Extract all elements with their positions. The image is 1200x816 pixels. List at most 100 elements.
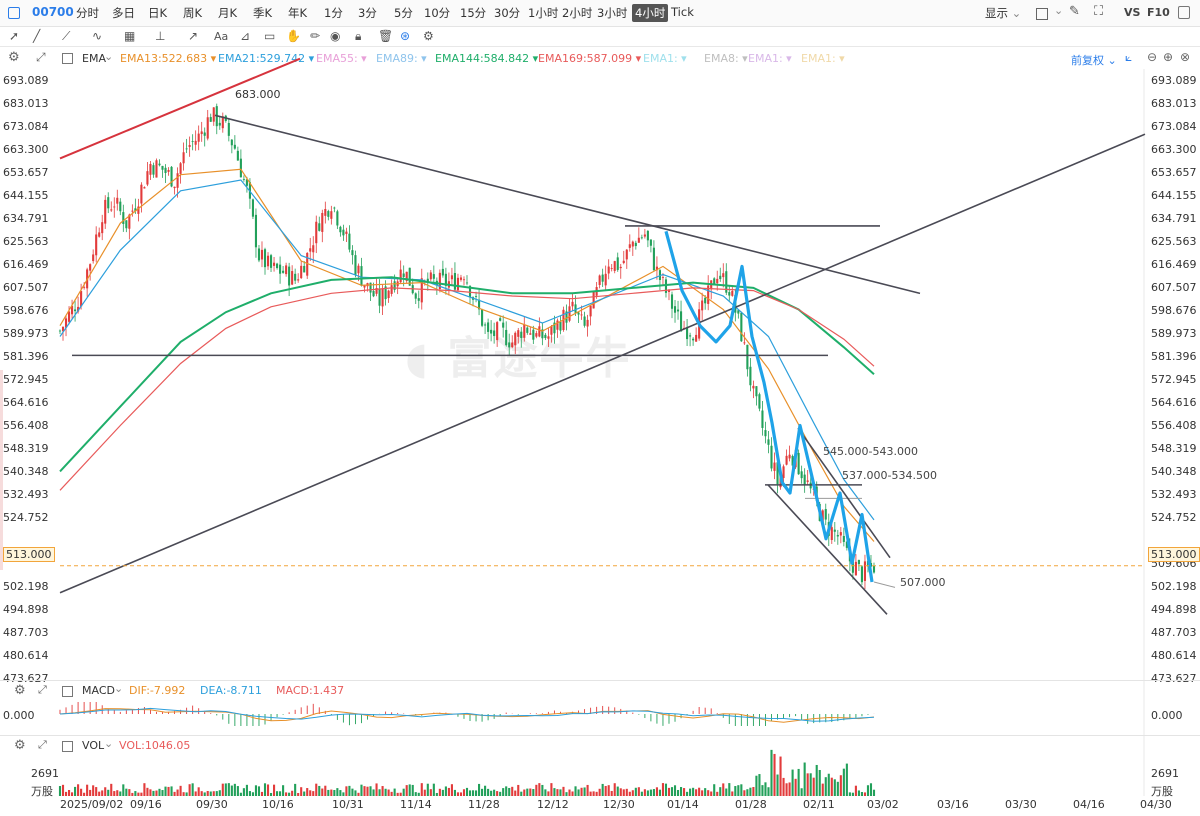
y-tick-label-left: 548.319 [3,442,49,455]
candlestick [387,290,390,299]
volume-bar [773,753,776,796]
volume-bar [592,791,595,796]
volume-bar [474,790,478,796]
candlestick [646,230,649,241]
candlestick [484,324,487,326]
volume-bar [83,792,86,796]
volume-bar [640,791,643,796]
candlestick [272,262,276,266]
candlestick [441,268,444,276]
expand-icon[interactable]: ⤢ [38,683,47,697]
volume-bar [104,787,107,796]
volume-bar [447,787,450,796]
volume-bar [80,788,83,796]
collapse-panel-icon[interactable] [62,686,73,697]
candlestick [496,322,499,341]
volume-bar [586,784,589,796]
candlestick [131,210,134,212]
volume-bar [297,792,300,796]
x-tick-label: 12/30 [603,798,635,811]
gear-icon[interactable]: ⚙ [14,738,26,753]
volume-bar [553,788,556,796]
volume-bar [800,788,803,796]
candlestick [342,229,345,236]
candlestick [481,309,484,326]
candlestick [640,237,643,239]
candlestick [254,214,258,248]
volume-bar [152,790,155,796]
volume-bar [450,784,453,796]
candlestick [179,163,182,174]
candlestick [577,312,580,315]
candlestick [547,336,550,339]
candlestick [197,133,200,142]
candlestick [679,311,683,332]
candlestick [218,122,221,126]
y-tick-label-left: 572.945 [3,373,49,386]
y-tick-label: 653.657 [1151,166,1197,179]
y-tick-label: 540.348 [1151,465,1197,478]
y-tick-label: 663.300 [1151,143,1197,156]
candlestick [263,249,267,268]
volume-bar [393,788,396,796]
macd-label[interactable]: MACD [82,684,115,697]
candlestick [752,385,755,389]
volume-bar [345,786,348,796]
gear-icon[interactable]: ⚙ [14,683,26,698]
candlestick [465,282,469,284]
volume-bar [661,783,665,796]
y-tick-label-left: 607.507 [3,281,49,294]
candlestick [116,197,119,204]
vol-level-left: 2691 [31,767,59,780]
volume-bar [257,786,261,796]
candlestick [345,231,348,234]
macd-zero-left: 0.000 [3,709,35,722]
collapse-panel-icon[interactable] [62,741,73,752]
volume-bar [318,785,321,796]
volume-bar [372,789,375,796]
volume-bar [830,777,833,796]
candlestick [619,266,622,269]
macd-dea-line [59,707,875,722]
volume-bar [842,768,845,796]
candlestick [104,199,107,224]
volume-bar [408,784,411,796]
volume-bar [607,785,610,796]
volume-bar [342,792,345,796]
candlestick [191,141,194,142]
volume-bar [514,790,517,796]
y-tick-label-left: 487.703 [3,626,49,639]
expand-icon[interactable]: ⤢ [38,738,47,752]
volume-bar [230,785,233,796]
volume-bar [327,789,330,796]
volume-bar [737,785,740,796]
volume-bar [559,789,562,796]
vol-label[interactable]: VOL [82,739,104,752]
volume-bar [848,792,851,796]
volume-bar [333,789,336,796]
candlestick [604,273,607,286]
candlestick [586,319,589,327]
volume-bar [502,788,505,796]
volume-bar [381,786,384,796]
candlestick [67,311,71,322]
candlestick [450,275,453,280]
volume-bar [396,792,399,796]
volume-bar [282,785,285,796]
volume-bar [616,786,619,796]
volume-bar [74,786,77,796]
candlestick [493,330,496,337]
candlestick [354,255,357,275]
y-tick-label: 683.013 [1151,97,1197,110]
candlestick [378,288,381,306]
candlestick [716,278,719,284]
volume-bar [113,791,116,796]
volume-bar [719,787,722,796]
x-tick-label: 04/30 [1140,798,1172,811]
y-tick-label-left: 502.198 [3,580,49,593]
candlestick [414,293,417,299]
volume-bar [740,784,743,796]
volume-bar [239,792,242,796]
candlestick [269,255,273,268]
volume-bar [562,786,565,796]
